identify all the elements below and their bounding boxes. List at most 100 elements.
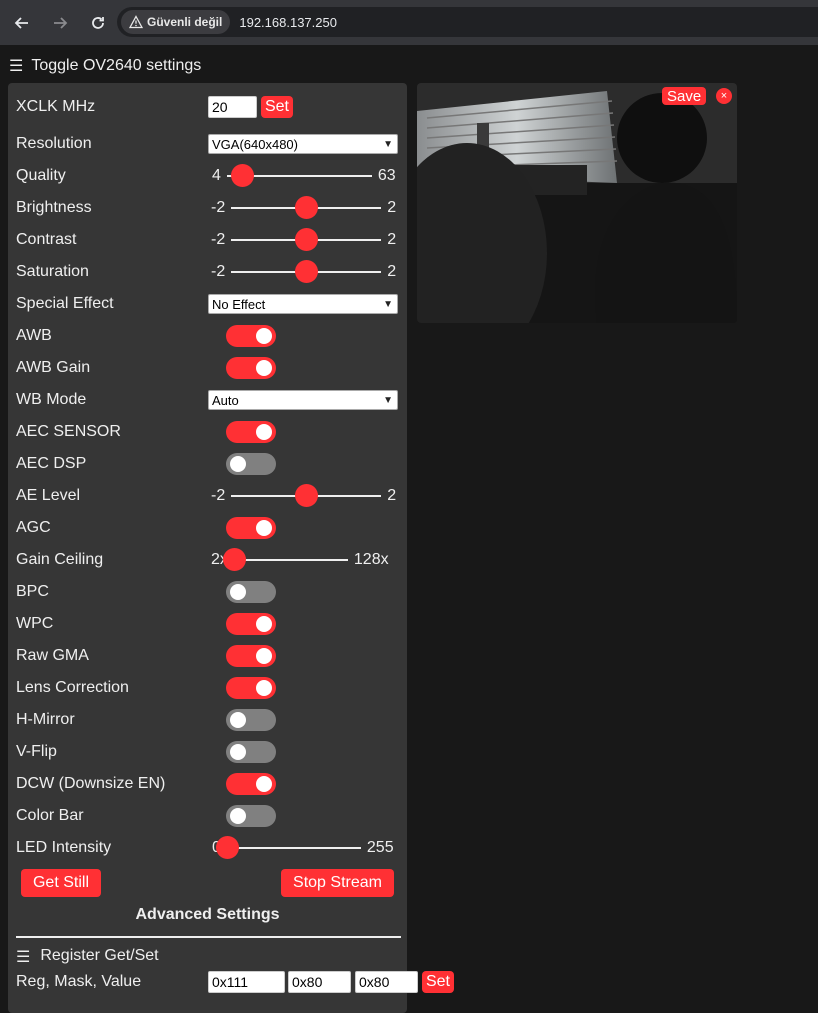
lens-correction-toggle[interactable] — [226, 677, 276, 699]
raw-gma-label: Raw GMA — [16, 647, 89, 664]
reload-button[interactable] — [80, 5, 116, 41]
toggle-knob — [256, 648, 272, 664]
toggle-knob — [256, 328, 272, 344]
resolution-label: Resolution — [16, 135, 92, 152]
advanced-settings-title: Advanced Settings — [135, 906, 280, 923]
vflip-row: V-Flip — [16, 738, 401, 766]
wpc-toggle[interactable] — [226, 613, 276, 635]
led-intensity-slider[interactable]: 0 255 — [212, 834, 394, 862]
agc-toggle[interactable] — [226, 517, 276, 539]
special-effect-value: No Effect — [212, 296, 266, 312]
menu-icon: ☰ — [16, 949, 31, 966]
camera-stream-image — [417, 83, 737, 323]
gain-ceiling-slider[interactable]: 2x 128x — [211, 546, 389, 574]
awb-label: AWB — [16, 327, 52, 344]
ae-level-track[interactable] — [231, 484, 382, 507]
save-button[interactable]: Save — [662, 87, 707, 105]
colorbar-label: Color Bar — [16, 807, 84, 824]
register-address-input[interactable]: 0x111 — [208, 971, 285, 993]
aec-sensor-row: AEC SENSOR — [16, 418, 401, 446]
awb-toggle[interactable] — [226, 325, 276, 347]
forward-button[interactable] — [42, 5, 78, 41]
contrast-slider[interactable]: -2 2 — [211, 226, 396, 254]
dcw-toggle[interactable] — [226, 773, 276, 795]
special-effect-row: Special Effect No Effect ▼ — [16, 290, 401, 318]
chevron-down-icon: ▼ — [383, 298, 393, 310]
stop-stream-button[interactable]: Stop Stream — [281, 869, 394, 897]
agc-row: AGC — [16, 514, 401, 542]
register-set-button[interactable]: Set — [422, 971, 454, 993]
toggle-knob — [256, 520, 272, 536]
saturation-thumb[interactable] — [295, 260, 319, 283]
settings-panel: XCLK MHz 20 Set Resolution VGA(640x480) … — [8, 83, 454, 1013]
brightness-min: -2 — [211, 199, 226, 216]
saturation-track[interactable] — [231, 260, 382, 283]
aec-dsp-toggle[interactable] — [226, 453, 276, 475]
led-intensity-track[interactable] — [215, 836, 361, 859]
register-mask-input[interactable]: 0x80 — [288, 971, 351, 993]
register-toggle[interactable]: ☰ Register Get/Set — [16, 947, 159, 967]
special-effect-select[interactable]: No Effect ▼ — [208, 294, 398, 314]
brightness-row: Brightness -2 2 — [16, 194, 401, 222]
back-button[interactable] — [4, 5, 40, 41]
hmirror-label: H-Mirror — [16, 711, 75, 728]
wb-mode-label: WB Mode — [16, 391, 87, 408]
awb-gain-toggle[interactable] — [226, 357, 276, 379]
toggle-knob — [256, 616, 272, 632]
quality-thumb[interactable] — [230, 164, 254, 187]
wpc-label: WPC — [16, 615, 54, 632]
register-value-input[interactable]: 0x80 — [355, 971, 418, 993]
brightness-track[interactable] — [231, 196, 382, 219]
close-icon[interactable]: × — [716, 88, 732, 104]
ae-level-thumb[interactable] — [295, 484, 319, 507]
led-intensity-thumb[interactable] — [215, 836, 239, 859]
quality-slider[interactable]: 4 63 — [212, 162, 396, 190]
address-bar[interactable]: Güvenli değil 192.168.137.250 — [117, 7, 818, 37]
xclk-set-button[interactable]: Set — [261, 96, 293, 118]
colorbar-toggle[interactable] — [226, 805, 276, 827]
bpc-toggle[interactable] — [226, 581, 276, 603]
contrast-max: 2 — [387, 231, 397, 248]
divider — [16, 936, 401, 938]
gain-ceiling-thumb[interactable] — [222, 548, 246, 571]
gain-ceiling-track[interactable] — [222, 548, 348, 571]
ae-level-slider[interactable]: -2 2 — [211, 482, 396, 510]
agc-label: AGC — [16, 519, 51, 536]
bpc-label: BPC — [16, 583, 49, 600]
saturation-slider[interactable]: -2 2 — [211, 258, 396, 286]
register-row: Reg, Mask, Value 0x111 0x80 0x80 Set — [16, 968, 454, 996]
hmirror-toggle[interactable] — [226, 709, 276, 731]
contrast-track[interactable] — [231, 228, 382, 251]
security-indicator[interactable]: Güvenli değil — [121, 10, 231, 34]
contrast-thumb[interactable] — [295, 228, 319, 251]
wb-mode-select[interactable]: Auto ▼ — [208, 390, 398, 410]
aec-dsp-row: AEC DSP — [16, 450, 401, 478]
led-intensity-max: 255 — [366, 839, 394, 856]
gain-ceiling-max: 128x — [353, 551, 389, 568]
saturation-max: 2 — [387, 263, 397, 280]
dcw-row: DCW (Downsize EN) — [16, 770, 401, 798]
get-still-button[interactable]: Get Still — [21, 869, 101, 897]
resolution-select[interactable]: VGA(640x480) ▼ — [208, 134, 398, 154]
xclk-input[interactable]: 20 — [208, 96, 257, 118]
url-text[interactable]: 192.168.137.250 — [239, 15, 337, 30]
ae-level-row: AE Level -2 2 — [16, 482, 401, 510]
raw-gma-row: Raw GMA — [16, 642, 401, 670]
vflip-toggle[interactable] — [226, 741, 276, 763]
aec-sensor-toggle[interactable] — [226, 421, 276, 443]
raw-gma-toggle[interactable] — [226, 645, 276, 667]
hmirror-row: H-Mirror — [16, 706, 401, 734]
settings-toggle-label: Toggle OV2640 settings — [31, 57, 202, 74]
settings-toggle[interactable]: ☰ Toggle OV2640 settings — [9, 55, 201, 77]
toggle-knob — [230, 584, 246, 600]
brightness-slider[interactable]: -2 2 — [211, 194, 396, 222]
toggle-knob — [256, 680, 272, 696]
saturation-min: -2 — [211, 263, 226, 280]
brightness-thumb[interactable] — [295, 196, 319, 219]
brightness-label: Brightness — [16, 199, 92, 216]
awb-gain-label: AWB Gain — [16, 359, 91, 376]
toggle-knob — [230, 744, 246, 760]
reload-icon — [92, 16, 104, 29]
quality-label: Quality — [16, 167, 66, 184]
quality-track[interactable] — [226, 164, 372, 187]
